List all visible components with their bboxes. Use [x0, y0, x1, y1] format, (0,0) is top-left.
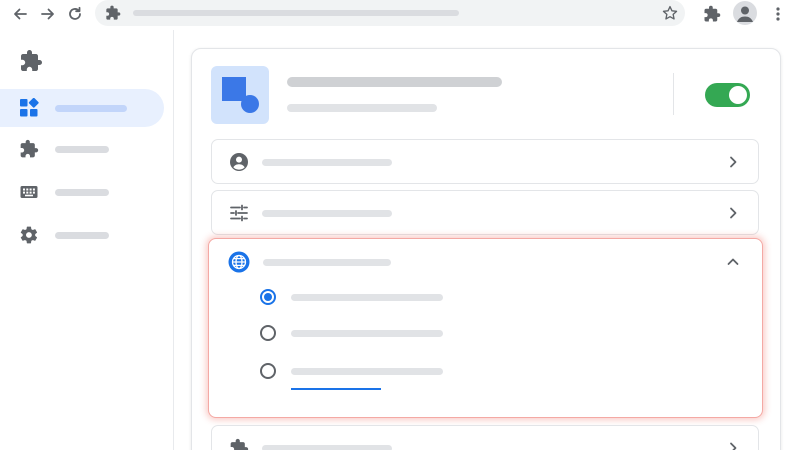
tune-sliders-icon — [229, 203, 249, 223]
chevron-right-icon — [726, 206, 740, 220]
radio-option-1[interactable] — [260, 289, 276, 305]
sidebar-item-extensions[interactable] — [0, 130, 164, 168]
sidebar-item-label — [55, 146, 109, 153]
option-link[interactable] — [291, 388, 381, 390]
address-bar[interactable] — [95, 0, 685, 26]
chevron-right-icon — [726, 155, 740, 169]
url-placeholder — [133, 10, 459, 16]
keyboard-icon — [19, 182, 39, 202]
account-circle-icon — [229, 152, 249, 172]
kebab-menu-icon[interactable] — [766, 2, 790, 26]
settings-row-account[interactable] — [211, 139, 759, 184]
sidebar-item-label — [55, 232, 109, 239]
settings-row-options[interactable] — [211, 190, 759, 235]
sidebar-item-shortcuts[interactable] — [0, 173, 164, 211]
extension-details-card — [191, 48, 781, 450]
puzzle-icon — [19, 49, 43, 73]
sidebar-item-dashboard[interactable] — [0, 89, 164, 127]
extension-title-placeholder — [287, 77, 502, 87]
sidebar — [0, 30, 174, 450]
puzzle-icon — [229, 438, 249, 450]
option-label-placeholder — [291, 368, 443, 375]
sidebar-item-label — [55, 189, 109, 196]
row-label-placeholder — [262, 159, 392, 166]
chevron-up-icon[interactable] — [726, 255, 740, 269]
sidebar-item-label — [55, 105, 127, 112]
chevron-right-icon — [726, 441, 740, 450]
settings-row-extension[interactable] — [211, 425, 759, 450]
puzzle-icon — [105, 5, 121, 21]
row-label-placeholder — [262, 210, 392, 217]
gear-icon — [19, 225, 39, 245]
dashboard-icon — [19, 97, 39, 118]
toggle-knob — [729, 86, 747, 104]
sidebar-item-settings[interactable] — [0, 216, 164, 254]
shapes-icon — [211, 66, 269, 124]
puzzle-icon — [19, 139, 39, 159]
puzzle-icon[interactable] — [700, 2, 724, 26]
settings-row-site-access-expanded — [208, 238, 763, 418]
star-icon[interactable] — [661, 4, 679, 22]
globe-icon — [228, 251, 250, 273]
avatar-icon[interactable] — [733, 1, 757, 25]
radio-option-2[interactable] — [260, 325, 276, 341]
browser-toolbar — [0, 0, 800, 28]
option-label-placeholder — [291, 330, 443, 337]
extension-enable-toggle[interactable] — [705, 83, 750, 107]
option-label-placeholder — [291, 294, 443, 301]
extension-subtitle-placeholder — [287, 104, 437, 112]
divider — [673, 73, 674, 115]
forward-arrow-icon[interactable] — [36, 2, 60, 26]
back-arrow-icon[interactable] — [8, 2, 32, 26]
row-label-placeholder — [263, 259, 391, 266]
row-label-placeholder — [262, 445, 392, 450]
reload-icon[interactable] — [63, 2, 87, 26]
radio-option-3[interactable] — [260, 363, 276, 379]
